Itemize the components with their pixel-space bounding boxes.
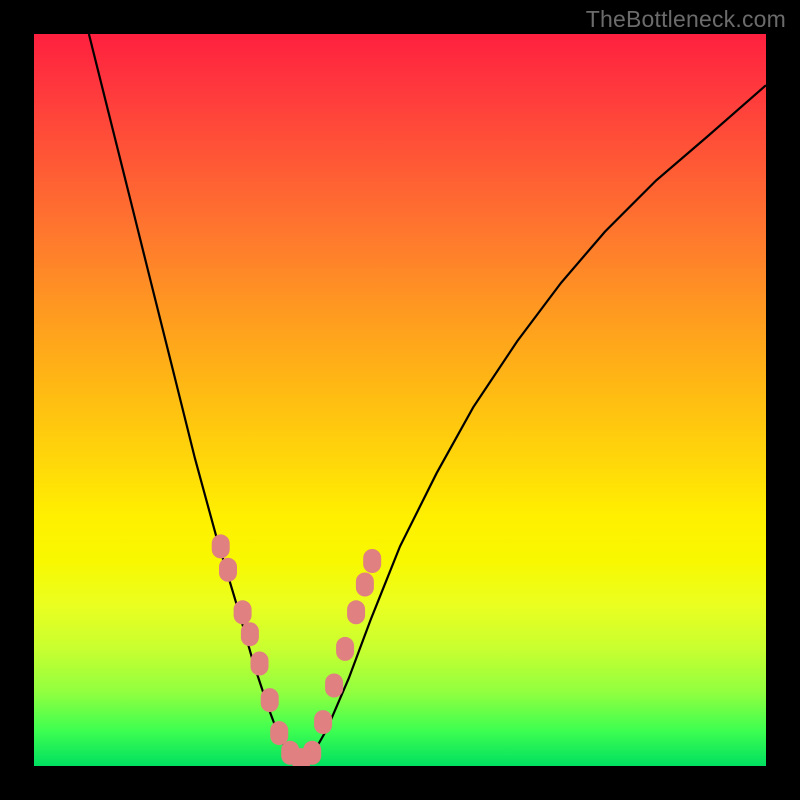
highlight-dot [270,721,288,745]
highlight-dot [303,741,321,765]
highlight-dot [219,558,237,582]
highlight-dot [251,652,269,676]
highlight-dot [336,637,354,661]
highlight-dot [234,600,252,624]
curve-svg [34,34,766,766]
highlight-dot [241,622,259,646]
highlight-dot [314,710,332,734]
highlight-dot [212,534,230,558]
chart-frame: TheBottleneck.com [0,0,800,800]
highlight-dot [356,573,374,597]
highlight-dots [212,534,382,766]
bottleneck-curve [89,34,766,762]
highlight-dot [325,674,343,698]
highlight-dot [363,549,381,573]
watermark-text: TheBottleneck.com [586,6,786,33]
highlight-dot [261,688,279,712]
plot-area [34,34,766,766]
highlight-dot [347,600,365,624]
